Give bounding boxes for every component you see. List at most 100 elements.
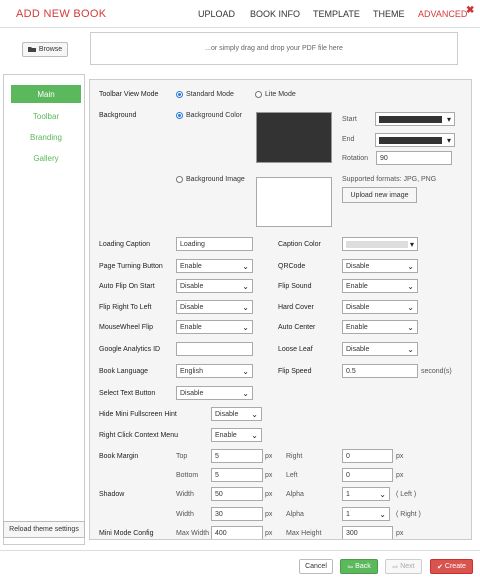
tab-template[interactable]: TEMPLATE: [313, 9, 360, 19]
select-value: 1: [346, 490, 350, 498]
chevron-down-icon: ⌄: [379, 509, 386, 519]
chevron-down-icon: ⌄: [407, 281, 414, 291]
px-unit: px: [396, 472, 404, 479]
mini-mode-config-label: Mini Mode Config: [99, 530, 154, 537]
sidebar-item-branding[interactable]: Branding: [11, 128, 81, 146]
upload-image-button[interactable]: Upload new image: [342, 187, 417, 203]
qrcode-select[interactable]: Disable ⌄: [342, 259, 418, 273]
select-value: Disable: [346, 303, 370, 311]
settings-panel: Toolbar View Mode Standard Mode Lite Mod…: [89, 79, 472, 540]
sidebar-item-main[interactable]: Main: [11, 85, 81, 103]
max-width-label: Max Width: [176, 530, 210, 537]
margin-bottom-input[interactable]: 5: [211, 468, 263, 482]
cancel-button[interactable]: Cancel: [299, 559, 333, 574]
tab-advanced[interactable]: ADVANCED: [418, 9, 467, 19]
sidebar-item-toolbar[interactable]: Toolbar: [11, 107, 81, 125]
flip-sound-select[interactable]: Enable ⌄: [342, 279, 418, 293]
background-label: Background: [99, 112, 137, 119]
google-analytics-input[interactable]: [176, 342, 253, 356]
select-text-button-select[interactable]: Disable ⌄: [176, 386, 253, 400]
start-color-swatch: [379, 115, 442, 123]
radio-lite-mode[interactable]: Lite Mode: [255, 91, 296, 98]
radio-standard-mode[interactable]: Standard Mode: [176, 91, 234, 98]
chevron-down-icon: ⌄: [251, 409, 258, 419]
close-icon[interactable]: ✖: [466, 5, 474, 16]
browse-label: Browse: [38, 46, 63, 53]
shadow-right-alpha-select[interactable]: 1 ⌄: [342, 507, 390, 521]
radio-unselected-icon: [176, 176, 183, 183]
start-color-picker[interactable]: ▾: [375, 112, 455, 126]
loading-caption-label: Loading Caption: [99, 241, 150, 248]
flip-rtl-label: Flip Right To Left: [99, 304, 152, 311]
max-height-input[interactable]: 300: [342, 526, 393, 539]
auto-flip-select[interactable]: Disable ⌄: [176, 279, 253, 293]
create-label: Create: [444, 563, 466, 570]
chevron-down-icon: ⌄: [407, 302, 414, 312]
flip-speed-input[interactable]: 0.5: [342, 364, 418, 378]
margin-left-input[interactable]: 0: [342, 468, 393, 482]
flip-speed-unit: second(s): [421, 368, 452, 375]
book-language-select[interactable]: English ⌄: [176, 364, 253, 378]
margin-top-input[interactable]: 5: [211, 449, 263, 463]
end-color-picker[interactable]: ▾: [375, 133, 455, 147]
auto-center-select[interactable]: Enable ⌄: [342, 320, 418, 334]
pdf-drop-zone[interactable]: ...or simply drag and drop your PDF file…: [90, 32, 458, 65]
background-image-preview: [256, 177, 332, 227]
tab-upload[interactable]: UPLOAD: [198, 9, 235, 19]
select-value: English: [180, 367, 203, 375]
dropdown-arrow-icon: ▾: [446, 135, 451, 145]
right-click-menu-select[interactable]: Enable ⌄: [211, 428, 262, 442]
tab-book-info[interactable]: BOOK INFO: [250, 9, 300, 19]
tab-theme[interactable]: THEME: [373, 9, 405, 19]
right-click-menu-label: Right Click Context Menu: [99, 432, 178, 439]
hide-mini-fullscreen-select[interactable]: Disable ⌄: [211, 407, 262, 421]
back-label: Back: [355, 563, 371, 570]
px-unit: px: [396, 530, 404, 537]
shadow-right-width-input[interactable]: 30: [211, 507, 263, 521]
page-turning-button-label: Page Turning Button: [99, 263, 163, 270]
hard-cover-select[interactable]: Disable ⌄: [342, 300, 418, 314]
select-text-button-label: Select Text Button: [99, 390, 156, 397]
select-value: Disable: [180, 303, 204, 311]
rotation-label: Rotation: [342, 155, 369, 162]
radio-background-image[interactable]: Background Image: [176, 176, 245, 183]
back-arrow-icon: ⇦: [347, 563, 354, 571]
chevron-down-icon: ⌄: [242, 322, 249, 332]
next-button[interactable]: ⇨ Next: [385, 559, 422, 574]
auto-center-label: Auto Center: [278, 324, 316, 331]
page-turning-button-select[interactable]: Enable ⌄: [176, 259, 253, 273]
dropdown-arrow-icon: ▾: [446, 114, 451, 124]
flip-rtl-select[interactable]: Disable ⌄: [176, 300, 253, 314]
mousewheel-flip-select[interactable]: Enable ⌄: [176, 320, 253, 334]
margin-top-label: Top: [176, 453, 188, 460]
margin-right-input[interactable]: 0: [342, 449, 393, 463]
max-height-label: Max Height: [286, 530, 322, 537]
rotation-input[interactable]: 90: [376, 151, 452, 165]
chevron-down-icon: ⌄: [242, 302, 249, 312]
reload-theme-settings-button[interactable]: Reload theme settings: [3, 521, 85, 538]
google-analytics-label: Google Analytics ID: [99, 346, 161, 353]
px-unit: px: [265, 472, 273, 479]
shadow-alpha-label: Alpha: [286, 511, 304, 518]
back-button[interactable]: ⇦ Back: [340, 559, 378, 574]
sidebar-item-gallery[interactable]: Gallery: [11, 149, 81, 167]
shadow-right-side-label: ( Right ): [396, 511, 421, 518]
caption-color-swatch: [346, 240, 408, 248]
loose-leaf-select[interactable]: Disable ⌄: [342, 342, 418, 356]
browse-button[interactable]: Browse: [22, 42, 68, 57]
loading-caption-input[interactable]: Loading: [176, 237, 253, 251]
select-value: Disable: [180, 389, 204, 397]
chevron-down-icon: ⌄: [379, 489, 386, 499]
select-value: Enable: [180, 323, 202, 331]
caption-color-picker[interactable]: ▾: [342, 237, 418, 251]
px-unit: px: [265, 491, 273, 498]
shadow-left-width-input[interactable]: 50: [211, 487, 263, 501]
radio-background-color[interactable]: Background Color: [176, 112, 242, 119]
shadow-left-alpha-select[interactable]: 1 ⌄: [342, 487, 390, 501]
chevron-down-icon: ⌄: [251, 430, 258, 440]
chevron-down-icon: ⌄: [407, 322, 414, 332]
create-button[interactable]: ✔ Create: [430, 559, 473, 574]
folder-icon: [27, 46, 36, 54]
max-width-input[interactable]: 400: [211, 526, 263, 539]
check-icon: ✔: [437, 563, 443, 571]
